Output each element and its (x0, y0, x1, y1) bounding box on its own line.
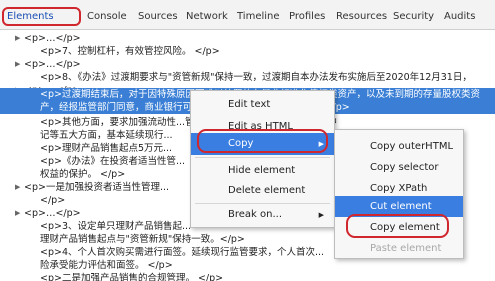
elements-tab-annotation (2, 7, 81, 26)
dom-node[interactable]: ▶<p>…</p> (0, 32, 495, 45)
menu-item-edit-text[interactable]: Edit text (191, 94, 334, 116)
submenu-arrow-icon: ▶ (318, 211, 324, 219)
submenu-item-copy-outerhtml[interactable]: Copy outerHTML (335, 136, 463, 157)
dom-node[interactable]: <p>7、控制杠杆，有效管控风险。 </p> (0, 45, 495, 58)
menu-item-hide-element[interactable]: Hide element (191, 160, 334, 182)
copy-item-annotation (197, 129, 328, 153)
expand-arrow-icon[interactable]: ▶ (15, 58, 20, 71)
submenu-item-copy-selector[interactable]: Copy selector (335, 157, 463, 178)
dom-node[interactable]: ▶<p>…</p> (0, 58, 495, 71)
context-menu: Edit text Edit as HTML Copy ▶ Hide elemen… (190, 90, 335, 228)
tab-sources[interactable]: Sources (138, 11, 178, 22)
expand-arrow-icon[interactable]: ▶ (15, 32, 20, 45)
copy-submenu: Copy outerHTML Copy selector Copy XPath … (334, 129, 464, 259)
tab-profiles[interactable]: Profiles (289, 11, 325, 22)
dom-node[interactable]: 险承受能力评估和面签。 </p> (0, 259, 495, 272)
tab-console[interactable]: Console (87, 11, 127, 22)
tab-network[interactable]: Network (186, 11, 228, 22)
menu-divider (195, 157, 330, 158)
expand-arrow-icon[interactable]: ▶ (15, 207, 20, 220)
tab-timeline[interactable]: Timeline (237, 11, 280, 22)
dom-node[interactable]: <p>二是加强产品销售的合规管理。 </p> (0, 272, 495, 281)
tab-audits[interactable]: Audits (444, 11, 475, 22)
menu-item-break-on[interactable]: Break on... ▶ (191, 204, 334, 226)
dom-node[interactable]: <p>8、《办法》过渡期要求与"资管新规"保持一致，过渡期自本办法发布实施后至2… (0, 71, 495, 84)
submenu-item-paste-element[interactable]: Paste element (335, 238, 463, 259)
copy-element-annotation (346, 214, 449, 238)
expand-arrow-icon[interactable]: ▶ (15, 181, 20, 194)
menu-item-delete-element[interactable]: Delete element (191, 180, 334, 202)
tab-security[interactable]: Security (393, 11, 434, 22)
tab-resources[interactable]: Resources (336, 11, 387, 22)
